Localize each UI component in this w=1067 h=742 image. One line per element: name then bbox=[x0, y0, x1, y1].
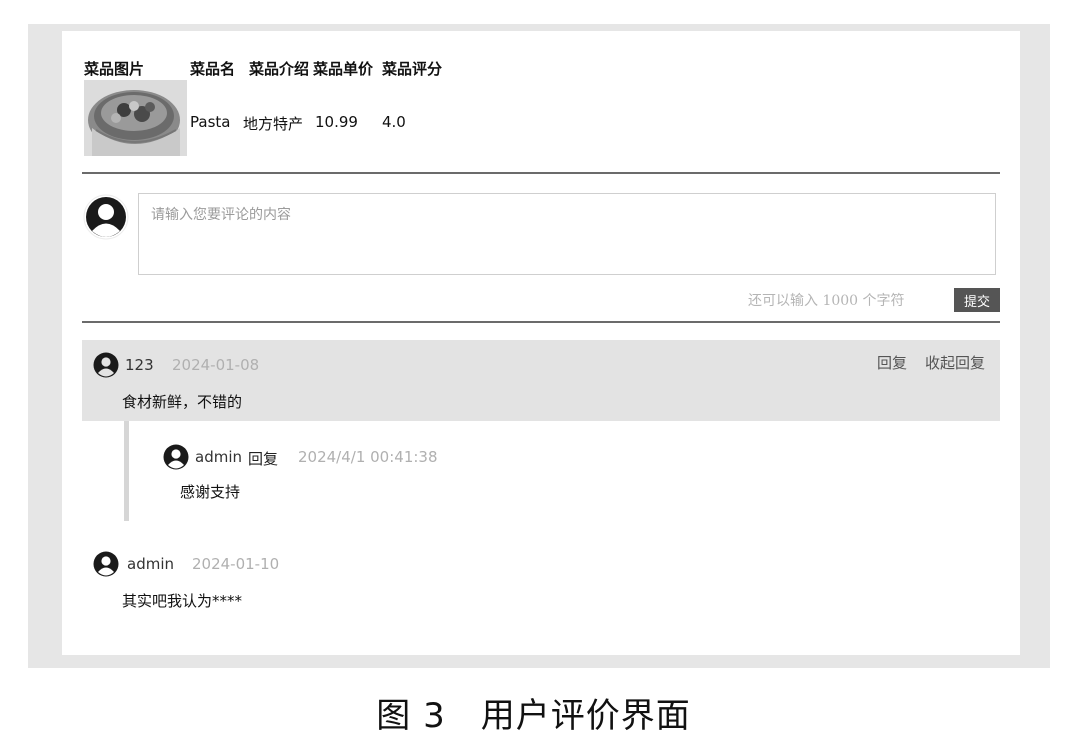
reply-label: 回复 bbox=[248, 450, 279, 468]
comment-username[interactable]: 123 bbox=[125, 356, 154, 374]
user-avatar-icon bbox=[83, 194, 129, 240]
header-dish-rating: 菜品评分 bbox=[382, 60, 443, 78]
dish-intro: 地方特产 bbox=[243, 115, 304, 133]
comment-text: 食材新鲜，不错的 bbox=[122, 393, 243, 411]
user-avatar-icon bbox=[163, 444, 189, 470]
dish-photo bbox=[84, 80, 187, 156]
dish-rating: 4.0 bbox=[382, 113, 406, 131]
divider bbox=[82, 321, 1000, 323]
review-panel: 菜品图片 菜品名 菜品介绍 菜品单价 菜品评分 Pasta 地方特产 10.99… bbox=[62, 31, 1020, 655]
dish-price: 10.99 bbox=[315, 113, 358, 131]
header-dish-intro: 菜品介绍 bbox=[249, 60, 310, 78]
comment-username[interactable]: admin bbox=[127, 555, 174, 573]
reply-link[interactable]: 回复 bbox=[877, 352, 907, 373]
figure-caption: 图 3 用户评价界面 bbox=[376, 696, 691, 736]
user-avatar-icon bbox=[93, 352, 119, 378]
reply-username[interactable]: admin bbox=[195, 448, 242, 466]
char-counter: 还可以输入 1000 个字符 bbox=[748, 293, 905, 309]
comment-input-box[interactable] bbox=[138, 193, 996, 275]
dish-name: Pasta bbox=[190, 113, 231, 131]
user-avatar-icon bbox=[93, 551, 119, 577]
collapse-replies-link[interactable]: 收起回复 bbox=[925, 352, 985, 373]
comment-input[interactable] bbox=[139, 194, 995, 274]
divider bbox=[82, 172, 1000, 174]
reply-thread-bar bbox=[124, 421, 129, 521]
header-dish-name: 菜品名 bbox=[190, 60, 236, 78]
submit-button[interactable]: 提交 bbox=[954, 288, 1000, 312]
reply-date: 2024/4/1 00:41:38 bbox=[298, 448, 438, 466]
comment-date: 2024-01-10 bbox=[192, 555, 280, 573]
header-dish-image: 菜品图片 bbox=[84, 60, 145, 78]
header-dish-price: 菜品单价 bbox=[313, 60, 374, 78]
comment-date: 2024-01-08 bbox=[172, 356, 260, 374]
comment-text: 其实吧我认为**** bbox=[122, 592, 243, 610]
reply-text: 感谢支持 bbox=[180, 483, 241, 501]
